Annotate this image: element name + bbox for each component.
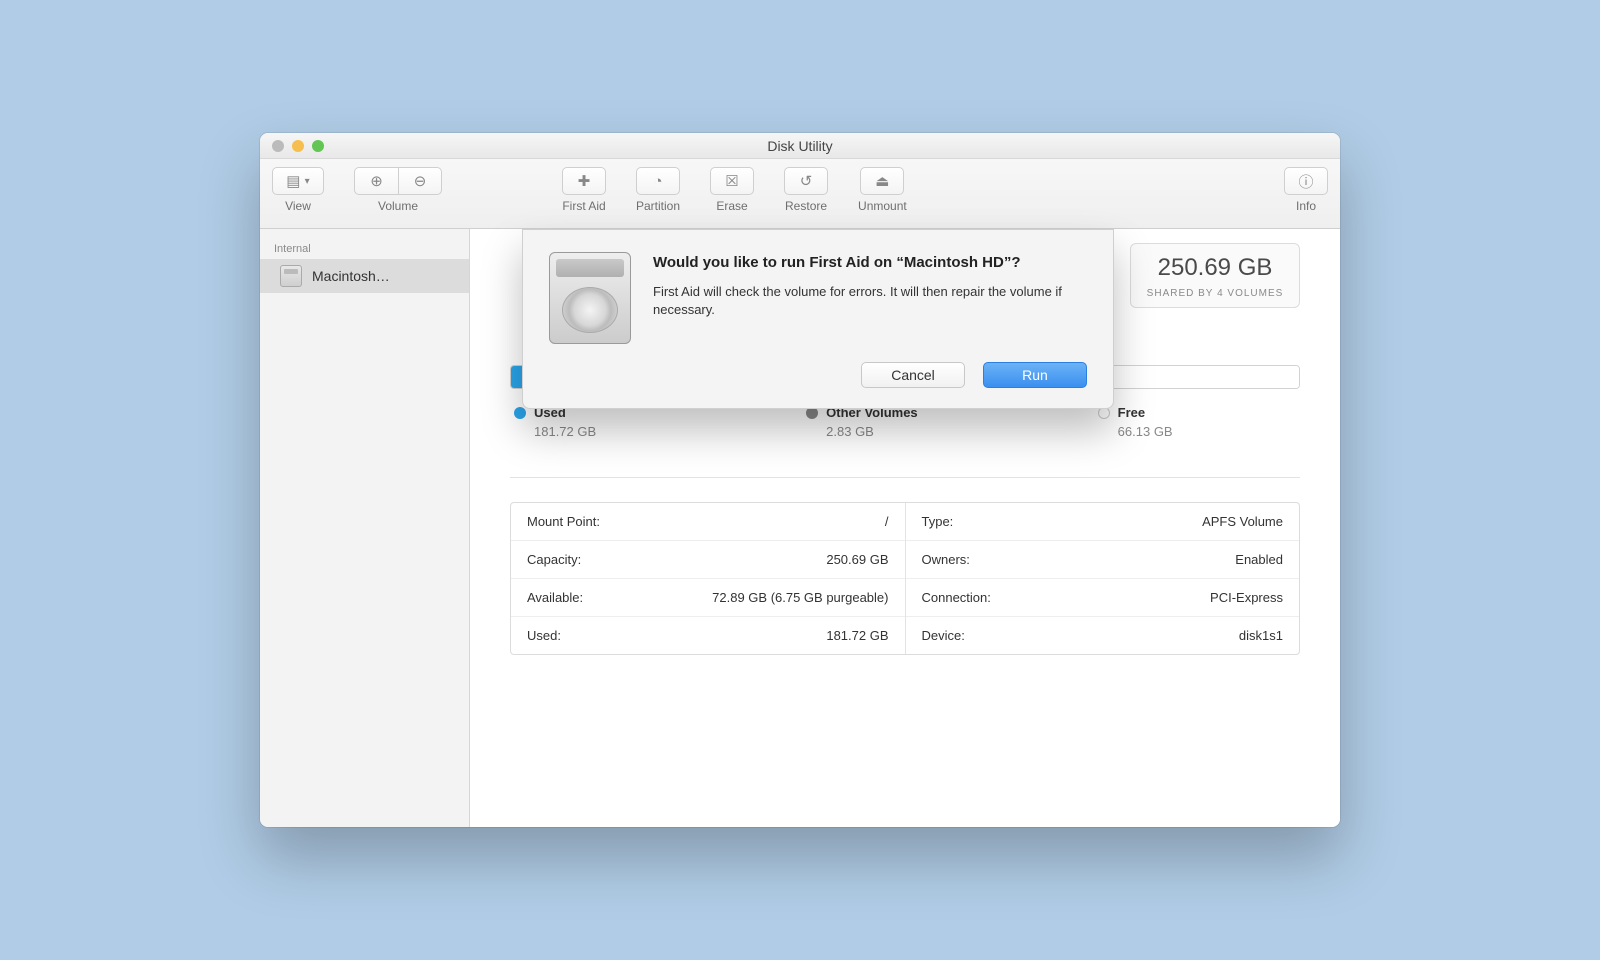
toolbar-label-first-aid: First Aid (562, 199, 605, 213)
sidebar-section-internal: Internal (260, 239, 469, 259)
toolbar-label-unmount: Unmount (858, 199, 907, 213)
pie-icon: ◔ (653, 173, 662, 190)
erase-icon: ☒ (725, 172, 738, 190)
table-row: Capacity:250.69 GB (511, 540, 905, 578)
toolbar-label-info: Info (1296, 199, 1316, 213)
partition-button[interactable]: ◔ (636, 167, 680, 195)
usage-segment-free (1091, 366, 1299, 388)
volume-add-icon: ⊕ (370, 172, 383, 190)
legend-value-other: 2.83 GB (806, 424, 918, 439)
remove-volume-button[interactable]: ⊖ (398, 167, 442, 195)
sidebar-item-label: Macintosh… (312, 268, 390, 284)
legend-value-free: 66.13 GB (1098, 424, 1173, 439)
disk-utility-window: Disk Utility ▤ ▾ View ⊕ ⊖ Volume ✚ First… (260, 133, 1340, 827)
window-title: Disk Utility (260, 138, 1340, 154)
divider (510, 477, 1300, 478)
titlebar[interactable]: Disk Utility (260, 133, 1340, 159)
volume-remove-icon: ⊖ (414, 172, 427, 190)
toolbar-label-restore: Restore (785, 199, 827, 213)
hard-drive-icon (549, 252, 631, 344)
sidebar: Internal Macintosh… (260, 229, 470, 827)
first-aid-button[interactable]: ✚ (562, 167, 606, 195)
table-row: Type:APFS Volume (906, 503, 1300, 540)
table-row: Owners:Enabled (906, 540, 1300, 578)
add-volume-button[interactable]: ⊕ (354, 167, 398, 195)
erase-button[interactable]: ☒ (710, 167, 754, 195)
eject-icon: ⏏ (875, 172, 889, 190)
info-icon: ⓘ (1298, 171, 1313, 192)
capacity-caption: SHARED BY 4 VOLUMES (1139, 288, 1291, 299)
table-row: Device:disk1s1 (906, 616, 1300, 654)
table-row: Available:72.89 GB (6.75 GB purgeable) (511, 578, 905, 616)
view-button[interactable]: ▤ ▾ (272, 167, 324, 195)
toolbar-label-partition: Partition (636, 199, 680, 213)
dialog-body: First Aid will check the volume for erro… (653, 283, 1087, 319)
toolbar-label-erase: Erase (716, 199, 747, 213)
cancel-button[interactable]: Cancel (861, 362, 965, 388)
info-button[interactable]: ⓘ (1284, 167, 1328, 195)
table-row: Used:181.72 GB (511, 616, 905, 654)
table-row: Connection:PCI-Express (906, 578, 1300, 616)
capacity-value: 250.69 GB (1139, 254, 1291, 282)
run-button[interactable]: Run (983, 362, 1087, 388)
legend-label-free: Free (1118, 405, 1145, 420)
unmount-button[interactable]: ⏏ (860, 167, 904, 195)
toolbar-label-view: View (285, 199, 311, 213)
capacity-box: 250.69 GB SHARED BY 4 VOLUMES (1130, 243, 1300, 308)
legend-value-used: 181.72 GB (514, 424, 596, 439)
dialog-heading: Would you like to run First Aid on “Maci… (653, 252, 1087, 273)
sidebar-icon: ▤ (286, 172, 300, 190)
table-row: Mount Point:/ (511, 503, 905, 540)
usage-legend: Used 181.72 GB Other Volumes 2.83 GB Fre… (510, 405, 1300, 439)
first-aid-dialog: Would you like to run First Aid on “Maci… (522, 229, 1114, 409)
chevron-down-icon: ▾ (305, 176, 310, 187)
restore-button[interactable]: ↺ (784, 167, 828, 195)
toolbar: ▤ ▾ View ⊕ ⊖ Volume ✚ First Aid ◔ Partit… (260, 159, 1340, 229)
hard-drive-icon (280, 265, 302, 287)
toolbar-label-volume: Volume (378, 199, 418, 213)
stethoscope-icon: ✚ (578, 172, 591, 190)
volume-info-table: Mount Point:/ Capacity:250.69 GB Availab… (510, 502, 1300, 655)
legend-dot-used (514, 407, 526, 419)
restore-icon: ↺ (800, 172, 813, 190)
sidebar-item-macintosh-hd[interactable]: Macintosh… (260, 259, 469, 293)
